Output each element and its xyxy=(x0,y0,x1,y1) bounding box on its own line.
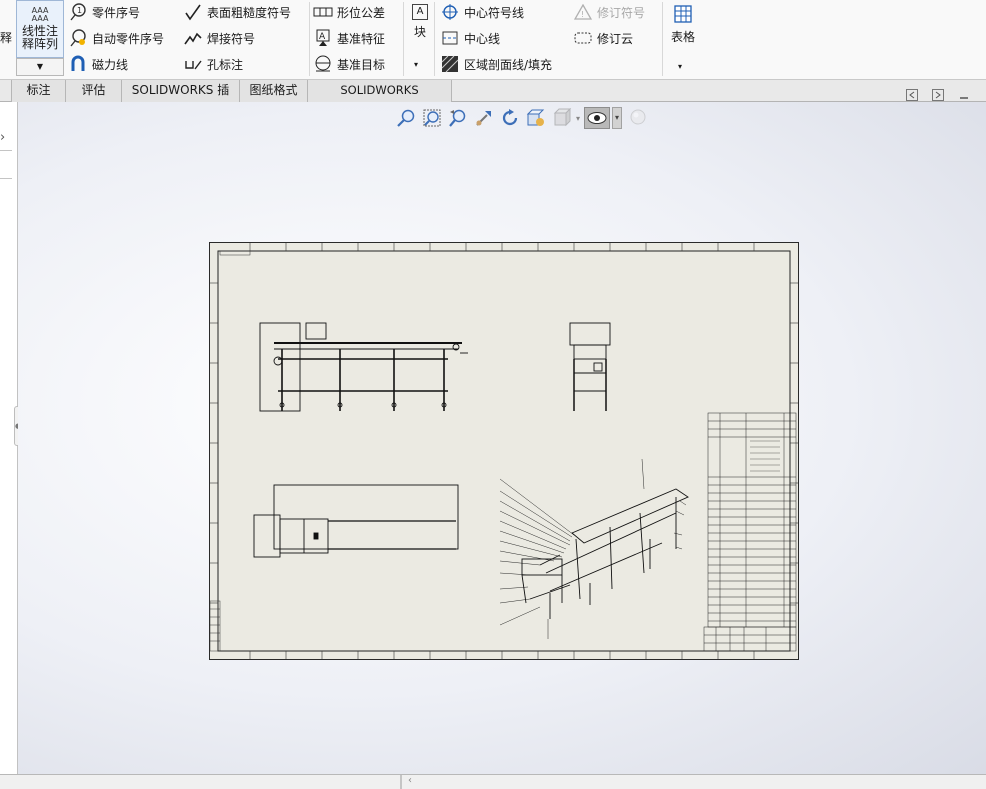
centerline-icon xyxy=(440,28,460,48)
tab-sheet-format[interactable]: 图纸格式 xyxy=(240,80,308,102)
revision-cloud-button[interactable]: 修订云 xyxy=(573,27,633,49)
center-mark-icon xyxy=(440,2,460,22)
hole-callout-icon xyxy=(183,54,203,74)
svg-text:1: 1 xyxy=(77,6,82,15)
drawing-sheet[interactable] xyxy=(209,242,799,660)
balloon-button[interactable]: 1 零件序号 xyxy=(68,1,140,23)
revision-cloud-icon xyxy=(573,28,593,48)
view-orientation-icon[interactable] xyxy=(524,107,548,129)
area-hatch-fill-button[interactable]: 区域剖面线/填充 xyxy=(440,53,552,75)
balloon-icon: 1 xyxy=(68,2,88,22)
tab-solidworks-inspection[interactable]: SOLIDWORKS Inspection xyxy=(308,80,452,118)
linear-note-pattern-button[interactable]: AAA AAA 线性注 释阵列 xyxy=(16,0,64,58)
tab-solidworks-addins[interactable]: SOLIDWORKS 插件 xyxy=(122,80,240,118)
block-button[interactable]: A 块 xyxy=(409,4,431,40)
geometric-tolerance-button[interactable]: 形位公差 xyxy=(313,1,385,23)
command-manager-ribbon: 释 AAA AAA 线性注 释阵列 ▼ 1 零件序号 自动零件序号 磁力线 表面粗… xyxy=(0,0,986,80)
zoom-to-fit-icon[interactable] xyxy=(394,107,418,129)
annotation-button-partial[interactable]: 释 xyxy=(0,26,14,48)
hatch-icon xyxy=(440,54,460,74)
block-icon: A xyxy=(412,4,428,20)
next-window-icon[interactable] xyxy=(931,88,945,102)
svg-text:A: A xyxy=(319,32,326,42)
surface-finish-button[interactable]: 表面粗糙度符号 xyxy=(183,1,291,23)
auto-balloon-icon xyxy=(68,28,88,48)
zoom-in-out-icon[interactable] xyxy=(446,107,470,129)
auto-balloon-button[interactable]: 自动零件序号 xyxy=(68,27,164,49)
tab-evaluate[interactable]: 评估 xyxy=(66,80,122,102)
leader-lines xyxy=(499,458,687,639)
hole-callout-button[interactable]: 孔标注 xyxy=(183,53,243,75)
surface-finish-icon xyxy=(183,2,203,22)
command-manager-tabs: 标注 评估 SOLIDWORKS 插件 图纸格式 SOLIDWORKS Insp… xyxy=(0,80,986,118)
svg-text:!: ! xyxy=(581,10,584,19)
note-pattern-icon: AAA AAA xyxy=(31,6,49,23)
revision-symbol-icon: ! xyxy=(573,2,593,22)
panel-divider xyxy=(0,178,12,179)
gtol-icon xyxy=(313,2,333,22)
table-icon xyxy=(674,5,692,26)
expand-panel-icon[interactable]: › xyxy=(0,130,5,145)
top-view xyxy=(253,484,459,558)
tab-annotation[interactable]: 标注 xyxy=(12,80,66,102)
center-mark-button[interactable]: 中心符号线 xyxy=(440,1,524,23)
previous-window-icon[interactable] xyxy=(905,88,919,102)
heads-up-view-toolbar: ▾ ▾ xyxy=(394,106,652,130)
tabs-left-spacer xyxy=(0,80,12,102)
front-view xyxy=(259,322,468,412)
edit-appearance-icon[interactable] xyxy=(626,107,650,129)
title-block xyxy=(703,626,797,652)
weld-icon xyxy=(183,28,203,48)
ribbon-divider xyxy=(309,2,310,76)
ribbon-divider xyxy=(434,2,435,76)
panel-divider xyxy=(0,150,12,151)
bill-of-materials-table xyxy=(707,412,797,628)
hide-show-dropdown-icon[interactable]: ▾ xyxy=(612,107,623,129)
magnet-icon xyxy=(68,54,88,74)
revision-symbol-button[interactable]: ! 修订符号 xyxy=(573,1,645,23)
weld-symbol-button[interactable]: 焊接符号 xyxy=(183,27,255,49)
ribbon-divider xyxy=(662,2,663,76)
magnetic-line-button[interactable]: 磁力线 xyxy=(68,53,128,75)
block-dropdown[interactable]: ▾ xyxy=(414,60,418,69)
drawing-sheet-graphics xyxy=(210,243,798,659)
linear-note-dropdown[interactable]: ▼ xyxy=(16,58,64,76)
scroll-left-icon[interactable]: ‹ xyxy=(408,775,412,786)
hide-show-items-icon[interactable] xyxy=(584,107,611,129)
datum-feature-icon: A xyxy=(313,28,333,48)
side-view xyxy=(569,322,611,411)
bottom-divider xyxy=(400,775,402,789)
feature-manager-collapsed: › ● xyxy=(0,102,22,774)
zoom-to-area-icon[interactable] xyxy=(420,107,444,129)
minimize-icon[interactable] xyxy=(957,88,971,102)
display-style-dropdown-icon[interactable]: ▾ xyxy=(576,114,580,123)
ribbon-divider xyxy=(403,2,404,76)
bottom-status-strip: ‹ xyxy=(0,774,986,789)
datum-feature-button[interactable]: A 基准特征 xyxy=(313,27,385,49)
datum-target-icon xyxy=(313,54,333,74)
table-button[interactable]: 表格 xyxy=(668,5,698,45)
datum-target-button[interactable]: 基准目标 xyxy=(313,53,385,75)
pan-icon[interactable] xyxy=(472,107,496,129)
centerline-button[interactable]: 中心线 xyxy=(440,27,500,49)
isometric-view xyxy=(499,458,689,639)
zone-ticks xyxy=(210,243,798,659)
rotate-icon[interactable] xyxy=(498,107,522,129)
table-dropdown[interactable]: ▾ xyxy=(678,62,682,71)
display-style-icon[interactable] xyxy=(550,107,574,129)
